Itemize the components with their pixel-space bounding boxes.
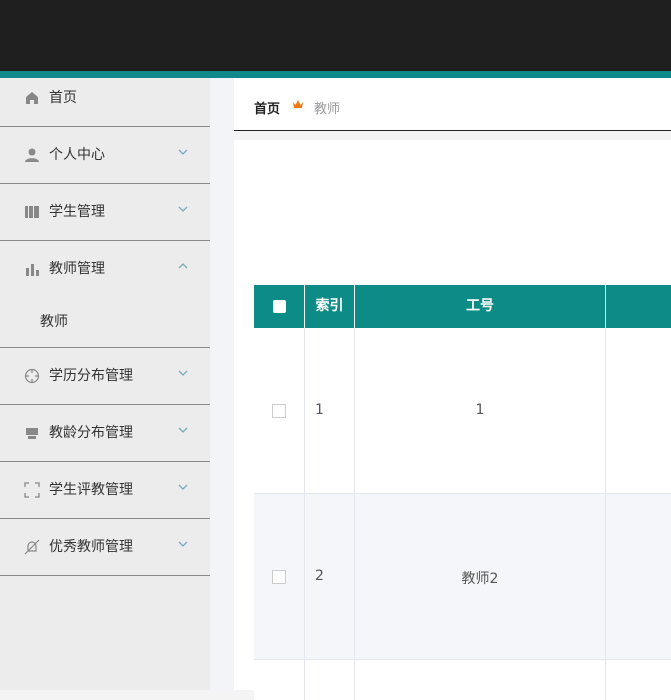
sidebar-item-student-evaluation[interactable]: 学生评教管理: [0, 462, 210, 519]
sidebar-item-label: 学生管理: [49, 204, 105, 220]
accent-strip: [0, 71, 671, 78]
sidebar-subitem-teacher[interactable]: 教师: [0, 297, 210, 348]
crown-icon: [293, 100, 303, 108]
table-row[interactable]: 1 1: [254, 328, 671, 494]
home-icon: [26, 92, 38, 104]
sidebar-item-student-management[interactable]: 学生管理: [0, 184, 210, 241]
chevron-up-icon: [178, 263, 188, 269]
row-index-cell: 2: [305, 494, 355, 659]
row-id-cell: 1: [355, 328, 606, 493]
row-index-cell: [305, 660, 355, 700]
row-select-cell: [254, 494, 305, 659]
sidebar-item-teaching-age-distribution[interactable]: 教龄分布管理: [0, 405, 210, 462]
chevron-down-icon: [178, 149, 188, 155]
crosshair-icon: [24, 368, 40, 384]
chevron-down-icon: [178, 206, 188, 212]
table-row[interactable]: 2 教师2: [254, 494, 671, 660]
row-index-cell: 1: [305, 328, 355, 493]
row-index: 2: [315, 568, 324, 584]
chevron-down-icon: [178, 427, 188, 433]
row-next-cell: [606, 660, 671, 700]
user-icon: [25, 148, 39, 162]
row-next-cell: [606, 328, 671, 493]
sidebar-item-excellent-teacher[interactable]: 优秀教师管理: [0, 519, 210, 576]
table-header: 索引 工号: [254, 285, 671, 328]
table-row[interactable]: [254, 660, 671, 700]
content-gutter: [210, 78, 234, 690]
sidebar-item-personal-center[interactable]: 个人中心: [0, 127, 210, 184]
book-icon: [25, 206, 39, 218]
sidebar-item-label: 学历分布管理: [49, 368, 133, 384]
scan-icon: [24, 482, 40, 498]
header-select-cell: [254, 285, 305, 328]
sidebar-item-teacher-management[interactable]: 教师管理: [0, 241, 210, 297]
sidebar-item-label: 优秀教师管理: [49, 539, 133, 555]
sidebar-subitem-label: 教师: [40, 314, 68, 330]
row-next-cell: [606, 494, 671, 659]
bar-chart-icon: [26, 264, 39, 276]
row-checkbox[interactable]: [272, 404, 286, 418]
row-checkbox[interactable]: [272, 570, 286, 584]
sidebar-item-education-distribution[interactable]: 学历分布管理: [0, 348, 210, 405]
row-select-cell: [254, 660, 305, 700]
header-next: [606, 285, 671, 328]
sidebar-item-label: 教龄分布管理: [49, 425, 133, 441]
select-all-checkbox[interactable]: [273, 300, 286, 313]
top-header-bar: [0, 0, 671, 71]
header-index[interactable]: 索引: [305, 285, 355, 328]
row-select-cell: [254, 328, 305, 493]
breadcrumb: 首页 教师: [234, 78, 671, 131]
sidebar-nav: 首页 个人中心 学生管理 教师管理 教师 学历分布管理 教龄分布管理 学生评教管…: [0, 78, 210, 690]
sidebar-item-label: 教师管理: [49, 261, 105, 277]
chevron-down-icon: [178, 484, 188, 490]
breadcrumb-current: 教师: [314, 102, 341, 117]
row-id: 1: [475, 402, 485, 418]
sidebar-item-label: 首页: [49, 90, 77, 106]
row-index: 1: [315, 402, 324, 418]
chevron-down-icon: [178, 370, 188, 376]
row-id: 教师2: [461, 571, 499, 587]
sidebar-item-label: 学生评教管理: [49, 482, 133, 498]
breadcrumb-home[interactable]: 首页: [254, 98, 280, 117]
row-id-cell: 教师2: [355, 494, 606, 659]
chevron-down-icon: [178, 541, 188, 547]
printer-icon: [26, 428, 38, 439]
sidebar-item-label: 个人中心: [49, 147, 105, 163]
bell-off-icon: [24, 539, 40, 555]
row-id-cell: [355, 660, 606, 700]
header-id[interactable]: 工号: [355, 285, 606, 328]
sidebar-item-home[interactable]: 首页: [0, 78, 210, 127]
